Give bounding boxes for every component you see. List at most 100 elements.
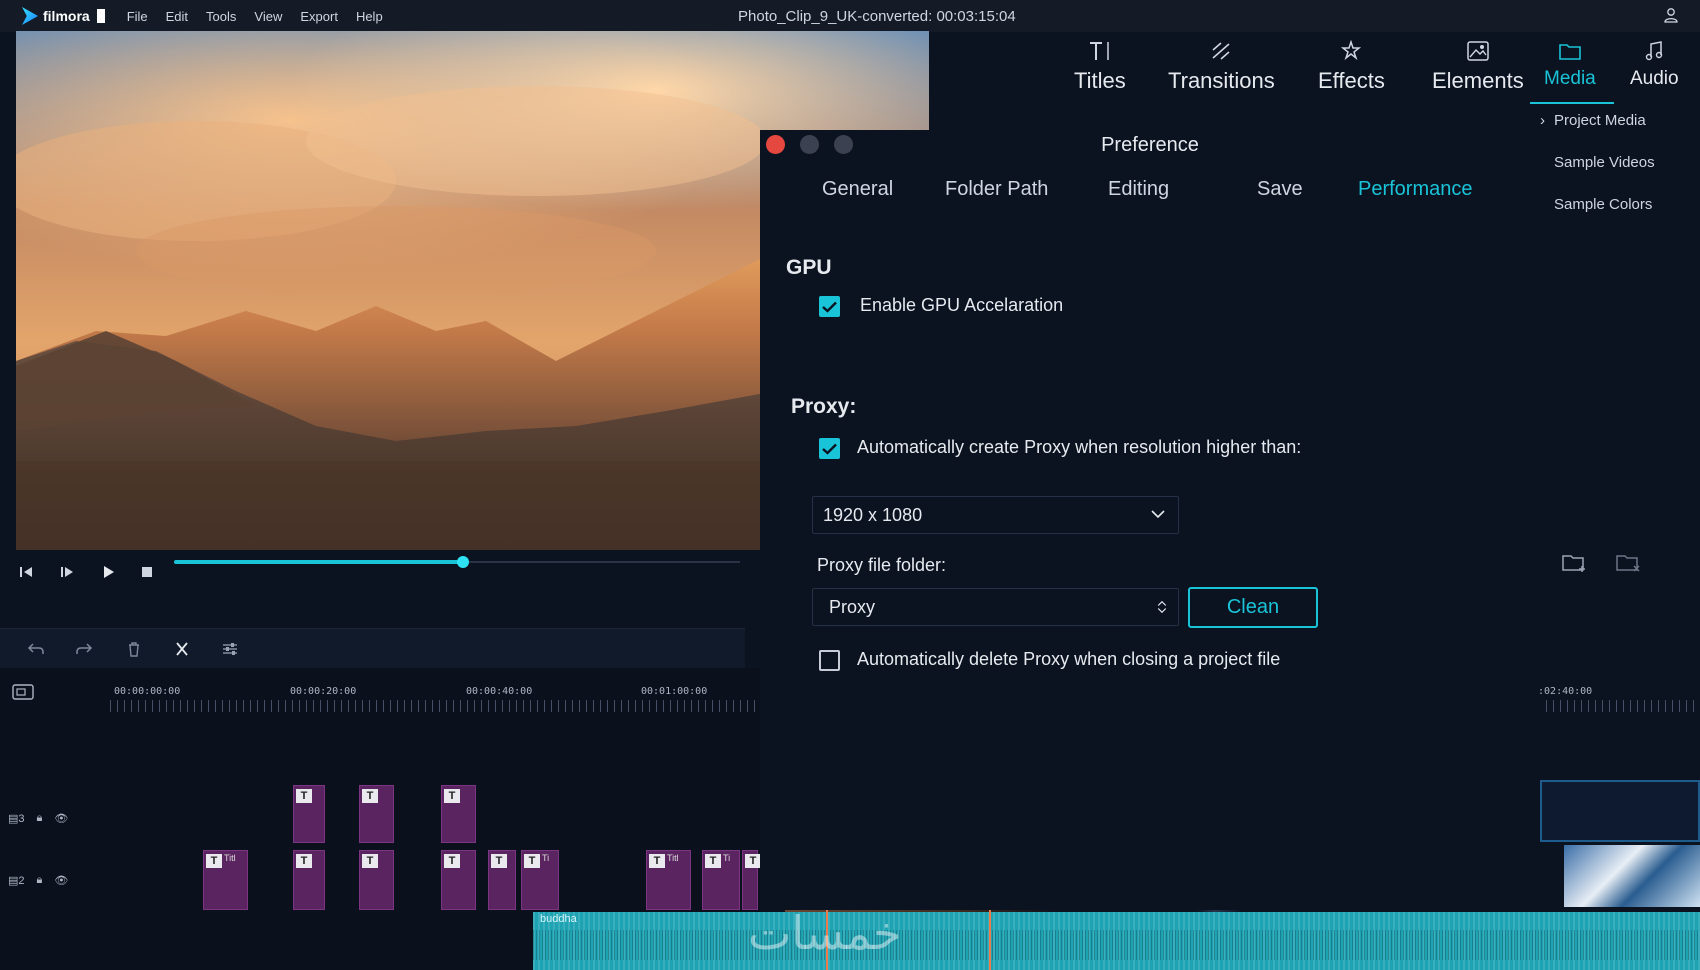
menu-tools[interactable]: Tools [206, 9, 236, 24]
enable-gpu-checkbox[interactable] [819, 296, 840, 317]
proxy-folder-select[interactable]: Proxy [812, 588, 1179, 626]
media-thumbnail[interactable] [1540, 780, 1700, 842]
track-3-lock-icon[interactable]: 🔒︎ [37, 812, 43, 825]
playhead-marker[interactable] [989, 900, 991, 970]
folder-icon [1557, 38, 1583, 64]
ruler-ticks-right [1532, 700, 1700, 712]
title-clip[interactable]: T Ti [521, 850, 559, 910]
auto-delete-proxy-label: Automatically delete Proxy when closing … [857, 649, 1281, 669]
menu-help[interactable]: Help [356, 9, 383, 24]
watermark: خمسات [748, 906, 902, 960]
track-3-visibility-icon[interactable]: 👁︎ [54, 812, 68, 825]
playback-progress[interactable] [174, 560, 464, 564]
auto-delete-proxy-checkbox[interactable] [819, 650, 840, 671]
previous-frame-icon[interactable] [14, 560, 38, 584]
title-clip[interactable]: T [293, 785, 325, 843]
track-2-visibility-icon[interactable]: 👁︎ [54, 874, 68, 887]
edit-toolbar [0, 628, 745, 668]
title-clip[interactable]: T Titl [646, 850, 691, 910]
tab-label: Transitions [1168, 68, 1275, 93]
resource-tabs: Titles Transitions Effects Elements Medi… [1060, 32, 1700, 108]
media-nav-sample-colors[interactable]: Sample Colors [1554, 196, 1652, 213]
next-frame-icon[interactable] [55, 560, 79, 584]
auto-create-proxy-checkbox[interactable] [819, 438, 840, 459]
stop-icon[interactable] [135, 560, 159, 584]
ruler-label: 00:00:40:00 [466, 686, 533, 697]
effects-icon [1338, 38, 1364, 64]
split-scissors-icon[interactable] [170, 637, 194, 661]
menu-file[interactable]: File [127, 9, 148, 24]
dialog-title: Preference [1101, 134, 1199, 156]
title-clip[interactable]: T [441, 785, 476, 843]
menu-bar: filmora File Edit Tools View Export Help… [0, 0, 1700, 32]
track-2-lock-icon[interactable]: 🔒︎ [37, 874, 43, 887]
transitions-icon [1208, 38, 1234, 64]
track-2-controls: ▤2 🔒︎ 👁︎ [8, 871, 98, 889]
media-nav-sample-videos[interactable]: Sample Videos [1554, 154, 1655, 171]
ruler-label: 00:01:00:00 [641, 686, 708, 697]
ruler-ticks [110, 700, 760, 712]
proxy-folder-label: Proxy file folder: [817, 555, 947, 575]
title-clip[interactable]: T [742, 850, 761, 910]
title-clip[interactable]: T [359, 785, 394, 843]
ruler-label: 00:00:00:00 [114, 686, 181, 697]
play-icon[interactable] [96, 560, 120, 584]
video-clip-thumbnail[interactable] [1564, 845, 1700, 907]
preference-dialog: Preference General Folder Path Editing S… [760, 130, 1540, 910]
tab-label: Titles [1074, 68, 1126, 93]
title-clip[interactable]: T [293, 850, 325, 910]
titles-icon [1087, 38, 1113, 64]
title-clip[interactable]: T [488, 850, 516, 910]
elements-icon [1465, 38, 1491, 64]
user-account-icon[interactable] [1664, 7, 1678, 23]
new-folder-icon[interactable] [1561, 552, 1589, 574]
active-tab-indicator [1530, 102, 1614, 104]
audio-waveform [533, 930, 1700, 960]
tab-effects[interactable]: Effects [1318, 38, 1385, 102]
brand-name: filmora [43, 8, 90, 24]
media-nav-project-media[interactable]: Project Media [1554, 112, 1646, 129]
track-2-film-icon: ▤2 [8, 874, 25, 887]
tab-general[interactable]: General [822, 178, 893, 201]
ruler-label: 00:00:20:00 [290, 686, 357, 697]
menu-export[interactable]: Export [300, 9, 338, 24]
title-clip[interactable]: T [441, 850, 476, 910]
chevron-down-icon [1151, 510, 1165, 519]
delete-trash-icon[interactable] [122, 637, 146, 661]
proxy-heading: Proxy: [791, 395, 857, 418]
tab-label: Effects [1318, 68, 1385, 93]
tab-transitions[interactable]: Transitions [1168, 38, 1275, 102]
tab-folder-path[interactable]: Folder Path [945, 178, 1048, 201]
clean-button[interactable]: Clean [1188, 587, 1318, 628]
ruler-label-right: 1:02:40:00 [1532, 686, 1593, 697]
delete-folder-icon[interactable] [1615, 552, 1643, 574]
title-clip[interactable]: T Ti [702, 850, 740, 910]
menu-view[interactable]: View [254, 9, 282, 24]
gpu-heading: GPU [786, 256, 832, 279]
tab-save[interactable]: Save [1257, 178, 1303, 201]
chevron-right-icon: › [1540, 112, 1545, 129]
track-3-film-icon: ▤3 [8, 812, 25, 825]
redo-icon[interactable] [72, 637, 96, 661]
tab-titles[interactable]: Titles [1074, 38, 1126, 102]
stepper-icon [1157, 600, 1167, 614]
undo-icon[interactable] [24, 637, 48, 661]
add-track-icon[interactable] [12, 682, 36, 702]
tab-media[interactable]: Media [1544, 38, 1596, 102]
resolution-value: 1920 x 1080 [823, 504, 923, 525]
tab-label: Elements [1432, 68, 1524, 93]
tab-audio[interactable]: Audio [1630, 38, 1679, 102]
tab-editing[interactable]: Editing [1108, 178, 1169, 201]
playback-progress-remaining [464, 561, 740, 563]
title-clip[interactable]: T [359, 850, 394, 910]
menu-edit[interactable]: Edit [166, 9, 188, 24]
title-clip[interactable]: T Titl [203, 850, 248, 910]
audio-clip-label: buddha [540, 913, 577, 925]
tab-performance[interactable]: Performance [1358, 178, 1473, 201]
document-title: Photo_Clip_9_UK-converted: 00:03:15:04 [738, 8, 1016, 25]
tab-elements[interactable]: Elements [1432, 38, 1524, 102]
resolution-dropdown[interactable]: 1920 x 1080 [812, 496, 1179, 534]
playback-scrubber-handle[interactable] [457, 556, 469, 568]
filmora-logo: filmora [22, 7, 105, 25]
adjust-settings-icon[interactable] [218, 637, 242, 661]
